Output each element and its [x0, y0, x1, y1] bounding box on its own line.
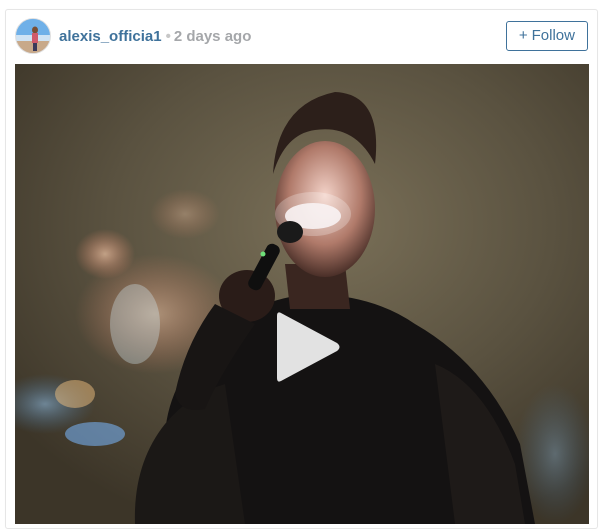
avatar-image — [16, 19, 50, 53]
follow-button[interactable]: + Follow — [505, 21, 588, 51]
separator-dot: • — [165, 28, 171, 45]
play-icon[interactable] — [267, 307, 347, 387]
follow-label: Follow — [531, 27, 575, 44]
post-header: alexis_officia1 • 2 days ago + Follow — [6, 10, 597, 64]
avatar[interactable] — [15, 18, 51, 54]
video-frame — [15, 64, 589, 524]
post-card: alexis_officia1 • 2 days ago + Follow — [5, 9, 598, 529]
username-link[interactable]: alexis_officia1 — [59, 28, 162, 45]
post-meta: alexis_officia1 • 2 days ago — [59, 28, 251, 46]
video-player[interactable] — [15, 64, 589, 524]
plus-icon: + — [518, 27, 528, 44]
post-timestamp[interactable]: 2 days ago — [174, 28, 252, 45]
